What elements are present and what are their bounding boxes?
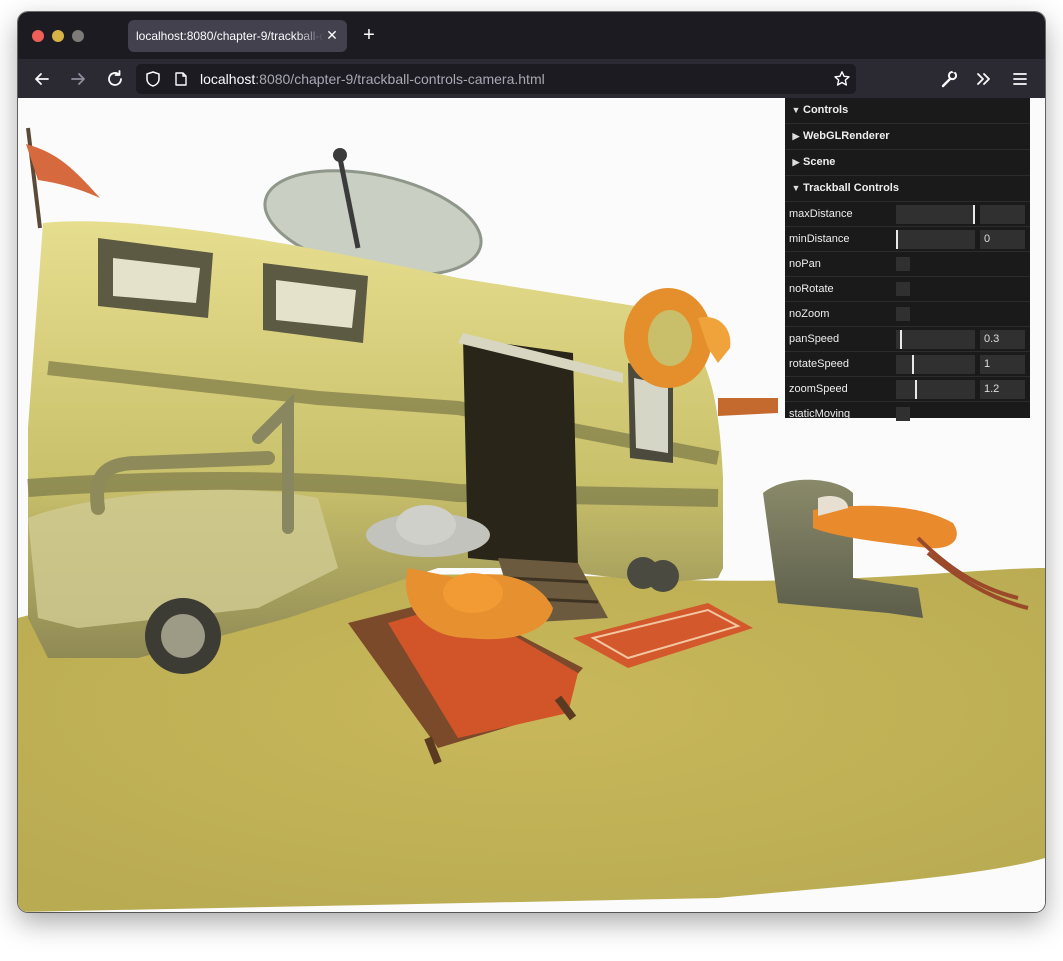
max-distance-slider[interactable] [896,205,975,224]
awning [718,398,778,416]
bookmark-star-icon[interactable] [833,70,851,88]
chevron-right-icon: ▶ [792,131,800,141]
min-distance-row: minDistance 0 [785,227,1030,252]
min-distance-slider[interactable] [896,230,975,249]
flag [26,127,100,229]
max-distance-slider-handle[interactable] [973,205,975,224]
controls-title: Controls [803,104,849,116]
max-distance-input[interactable] [980,205,1025,224]
webglrenderer-folder[interactable]: ▶ WebGLRenderer [785,124,1030,150]
menu-button[interactable] [1008,67,1032,91]
min-distance-slider-handle[interactable] [896,230,898,249]
page-icon[interactable] [173,71,189,87]
no-zoom-label: noZoom [789,308,830,320]
life-ring [624,288,731,388]
static-moving-label: staticMoving [789,408,851,420]
rotate-speed-input[interactable]: 1 [980,355,1025,374]
browser-tab[interactable]: localhost:8080/chapter-9/trackball-contr… [128,20,347,52]
new-tab-button[interactable]: + [358,25,380,47]
pan-speed-slider[interactable] [896,330,975,349]
rotate-speed-slider[interactable] [896,355,975,374]
no-rotate-row: noRotate [785,277,1030,302]
zoom-speed-slider-handle[interactable] [915,380,917,399]
no-zoom-row: noZoom [785,302,1030,327]
reload-button[interactable] [103,67,127,91]
forward-arrow-icon [71,73,85,85]
chevron-right-icon: ▶ [792,157,800,167]
tab-strip: localhost:8080/chapter-9/trackball-contr… [18,12,1045,59]
more-tools-button[interactable] [972,67,996,91]
hamburger-menu-icon [1013,73,1027,85]
developer-tools-button[interactable] [937,67,961,91]
back-button[interactable] [30,67,54,91]
scene-label: Scene [803,156,836,168]
minimize-window-button[interactable] [52,30,64,42]
controls-folder[interactable]: ▼ Controls [785,98,1030,124]
reload-icon [108,70,122,86]
trackball-controls-label: Trackball Controls [803,182,899,194]
min-distance-input[interactable]: 0 [980,230,1025,249]
page-content: ▼ Controls ▶ WebGLRenderer ▶ Scene ▼ Trackba… [18,98,1045,912]
zoom-speed-row: zoomSpeed 1.2 [785,377,1030,402]
rotate-speed-row: rotateSpeed 1 [785,352,1030,377]
no-rotate-label: noRotate [789,283,834,295]
chevrons-right-icon [977,73,990,85]
static-moving-checkbox[interactable] [896,407,910,421]
no-zoom-checkbox[interactable] [896,307,910,321]
no-pan-checkbox[interactable] [896,257,910,271]
zoom-speed-slider[interactable] [896,380,975,399]
url-host: localhost [200,71,256,87]
navigation-toolbar: localhost:8080/chapter-9/trackball-contr… [18,59,1045,99]
webglrenderer-label: WebGLRenderer [803,130,890,142]
chevron-down-icon: ▼ [791,105,801,115]
tab-close-icon[interactable]: ✕ [323,26,341,44]
pan-speed-slider-handle[interactable] [900,330,902,349]
trackball-controls-folder[interactable]: ▼ Trackball Controls [785,176,1030,202]
zoom-speed-input[interactable]: 1.2 [980,380,1025,399]
max-distance-row: maxDistance [785,202,1030,227]
no-pan-label: noPan [789,258,821,270]
pan-speed-label: panSpeed [789,333,840,345]
no-rotate-checkbox[interactable] [896,282,910,296]
forward-button[interactable] [66,67,90,91]
pan-speed-input[interactable]: 0.3 [980,330,1025,349]
max-distance-label: maxDistance [789,208,853,220]
min-distance-label: minDistance [789,233,850,245]
static-moving-row: staticMoving [785,402,1030,426]
browser-window: localhost:8080/chapter-9/trackball-contr… [18,12,1045,912]
zoom-window-button[interactable] [72,30,84,42]
zoom-speed-label: zoomSpeed [789,383,848,395]
rotate-speed-slider-handle[interactable] [912,355,914,374]
url-bar[interactable]: localhost:8080/chapter-9/trackball-contr… [136,64,856,94]
shield-icon[interactable] [144,70,162,88]
rotate-speed-label: rotateSpeed [789,358,849,370]
scene-folder[interactable]: ▶ Scene [785,150,1030,176]
dat-gui-panel: ▼ Controls ▶ WebGLRenderer ▶ Scene ▼ Trackba… [785,98,1030,421]
url-path: :8080/chapter-9/trackball-controls-camer… [255,71,545,87]
url-text[interactable]: localhost:8080/chapter-9/trackball-contr… [200,71,545,87]
tab-title: localhost:8080/chapter-9/trackball-contr… [136,29,324,43]
pan-speed-row: panSpeed 0.3 [785,327,1030,352]
back-arrow-icon [35,73,49,85]
chevron-down-icon: ▼ [791,183,801,193]
no-pan-row: noPan [785,252,1030,277]
wrench-icon [941,67,958,88]
close-window-button[interactable] [32,30,44,42]
